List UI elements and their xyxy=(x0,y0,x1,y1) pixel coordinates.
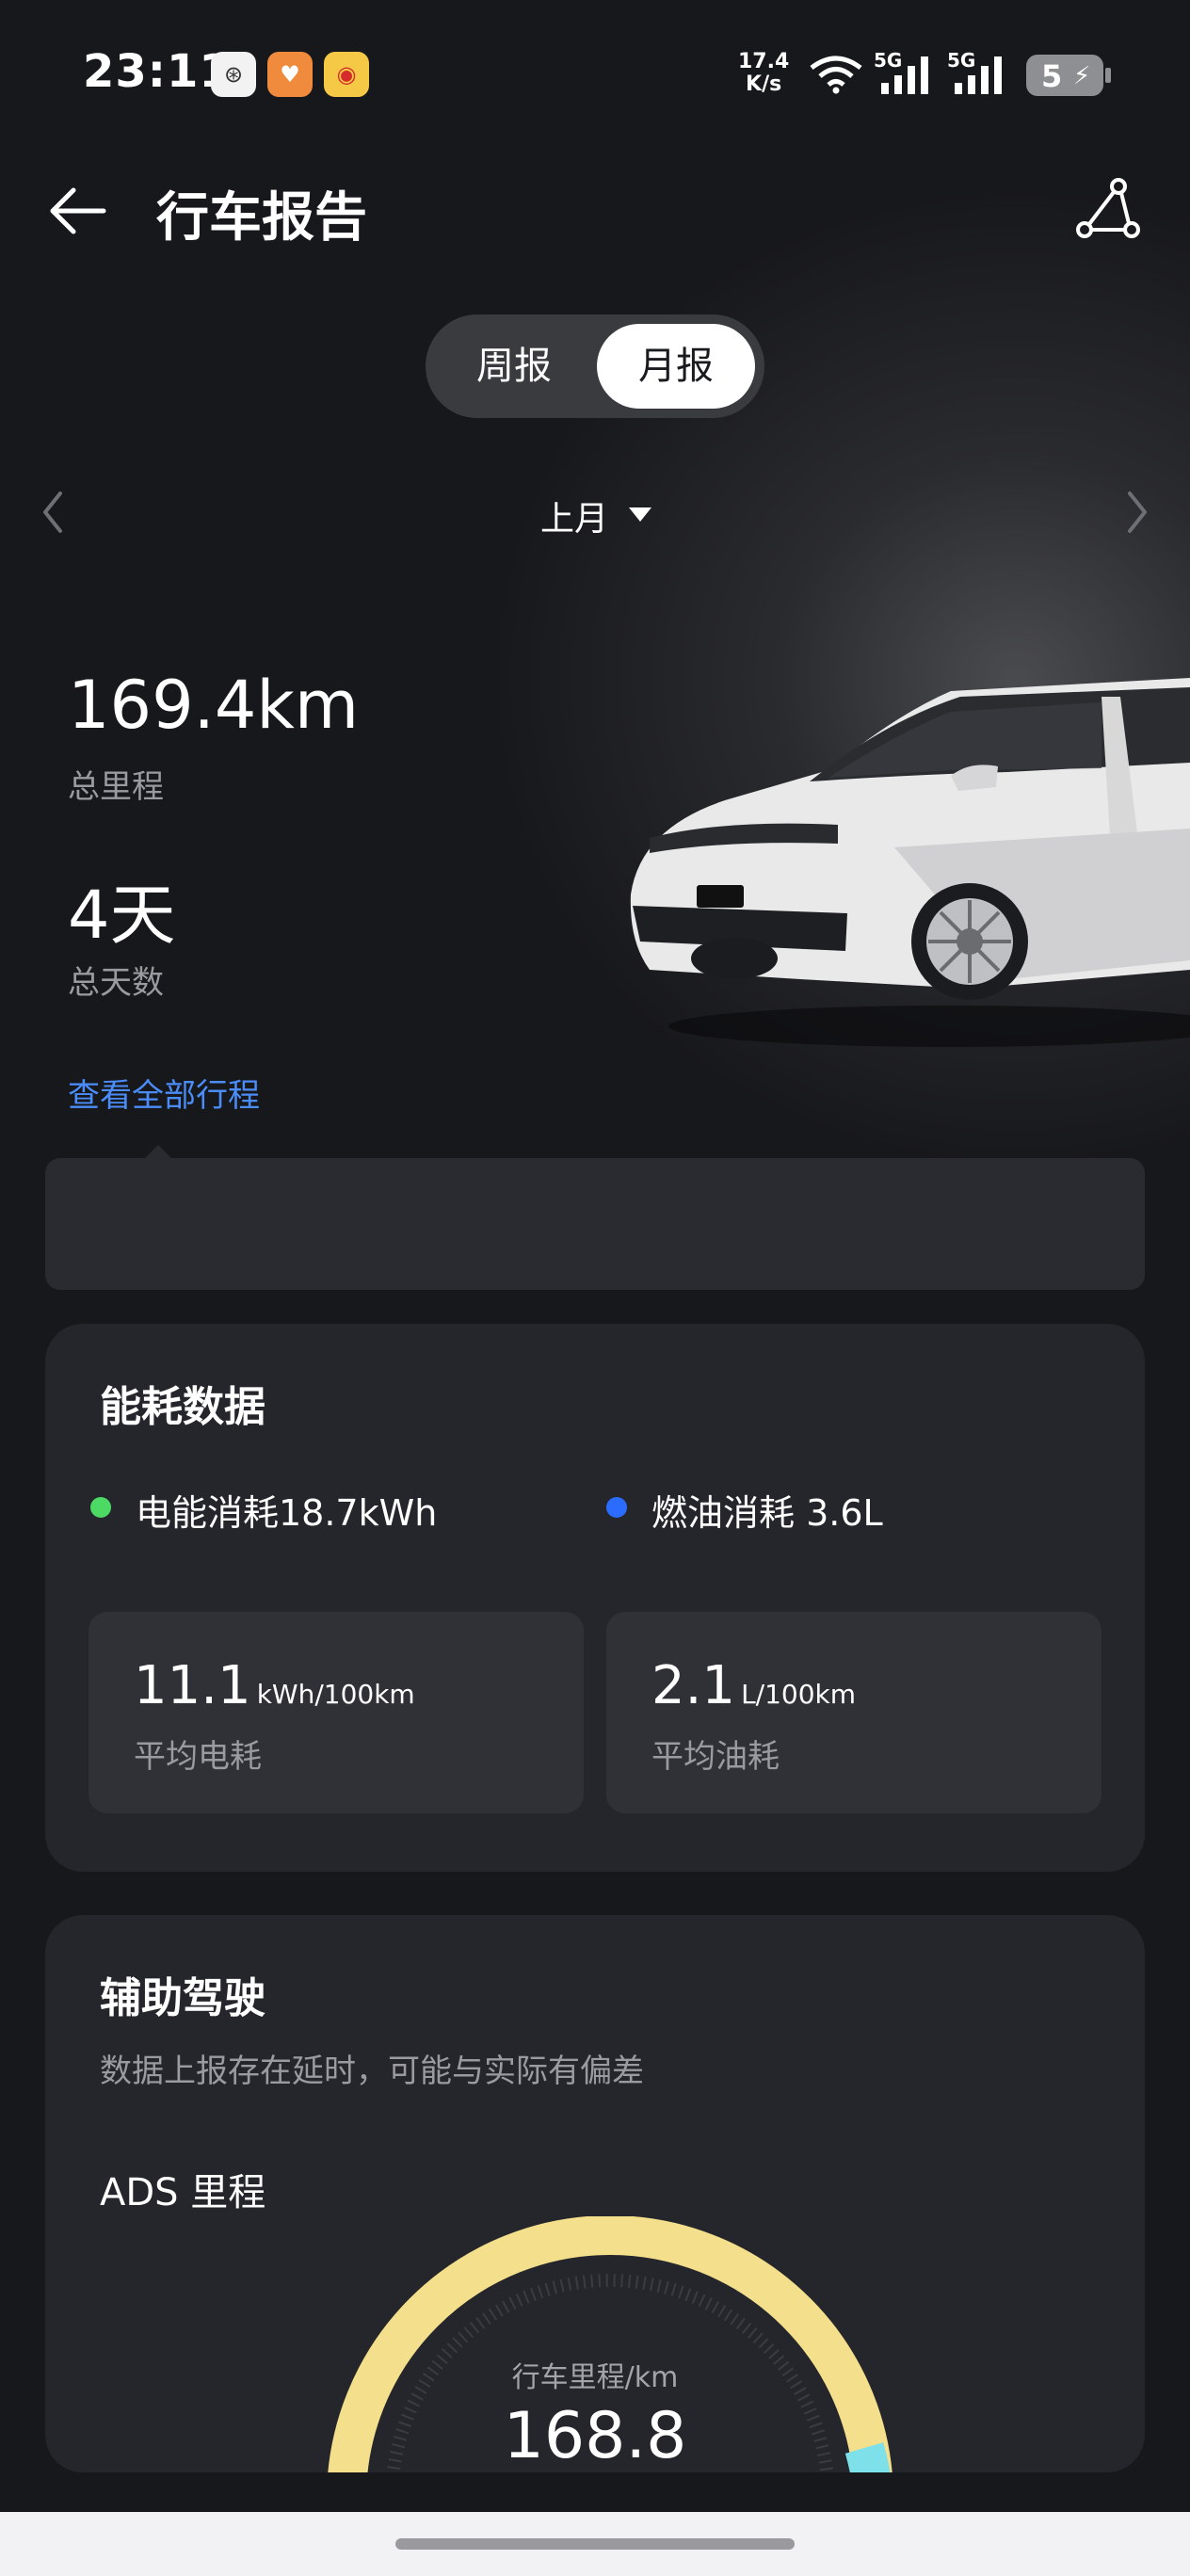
total-distance-value: 169.4km xyxy=(68,667,360,744)
energy-title: 能耗数据 xyxy=(100,1383,265,1431)
avg-electric-label: 平均电耗 xyxy=(134,1738,262,1776)
wifi-icon xyxy=(810,56,862,94)
battery-cap xyxy=(1105,68,1111,83)
avg-fuel-label: 平均油耗 xyxy=(651,1738,780,1776)
battery-level: 5 xyxy=(1041,58,1063,94)
period-selector[interactable]: 上月 xyxy=(540,491,608,540)
avg-fuel-unit: L/100km xyxy=(741,1679,857,1710)
avg-fuel-number: 2.1 xyxy=(651,1655,736,1716)
weibo-icon: ◉ xyxy=(324,52,369,97)
trip-summary-strip xyxy=(45,1158,1145,1290)
report-type-toggle: 周报 月报 xyxy=(426,314,764,418)
electric-legend-dot xyxy=(90,1497,111,1518)
avg-electric-tile: 11.1 kWh/100km 平均电耗 xyxy=(88,1612,584,1813)
total-distance-label: 总里程 xyxy=(68,768,164,806)
status-time: 23:11 xyxy=(83,45,232,98)
tab-monthly[interactable]: 月报 xyxy=(597,324,755,409)
net-speed: 17.4 K/s xyxy=(738,51,789,96)
share-icon[interactable] xyxy=(1069,173,1145,249)
total-days-label: 总天数 xyxy=(68,964,164,1002)
chevron-right-icon[interactable] xyxy=(1118,486,1156,539)
net-speed-unit: K/s xyxy=(746,72,782,96)
avg-electric-number: 11.1 xyxy=(134,1655,251,1716)
electric-consumption: 电能消耗18.7kWh xyxy=(136,1492,438,1534)
total-days-value: 4天 xyxy=(68,877,176,954)
home-indicator[interactable] xyxy=(395,2538,795,2550)
view-all-trips-link[interactable]: 查看全部行程 xyxy=(68,1070,260,1116)
car-image xyxy=(630,678,1190,1047)
gauge-value: 168.8 xyxy=(503,2399,687,2472)
net-speed-value: 17.4 xyxy=(738,50,790,73)
status-bar: 23:11 ⊛ ♥ ◉ 17.4 K/s 5G 5G 5 ⚡ xyxy=(0,0,1190,151)
ads-title: 辅助驾驶 xyxy=(100,1974,265,2022)
ads-subtitle: 数据上报存在延时，可能与实际有偏差 xyxy=(100,2053,644,2090)
battery-icon: 5 ⚡ xyxy=(1026,55,1103,96)
fuel-consumption: 燃油消耗 3.6L xyxy=(651,1492,883,1534)
page-title: 行车报告 xyxy=(156,187,367,249)
driving-report-page: 23:11 ⊛ ♥ ◉ 17.4 K/s 5G 5G 5 ⚡ 行车报告 周报 月… xyxy=(0,0,1190,2576)
signal-icon xyxy=(881,56,928,94)
energy-card: 能耗数据 电能消耗18.7kWh 燃油消耗 3.6L 11.1 kWh/100km… xyxy=(45,1324,1145,1872)
charging-bolt-icon: ⚡ xyxy=(1073,62,1091,90)
assisted-driving-card: 辅助驾驶 数据上报存在延时，可能与实际有偏差 ADS 里程 行车里程/km 16… xyxy=(45,1915,1145,2472)
avg-fuel-value: 2.1 L/100km xyxy=(651,1655,856,1716)
chevron-left-icon[interactable] xyxy=(34,486,72,539)
gauge-label: 行车里程/km xyxy=(511,2361,679,2394)
ads-mileage-label: ADS 里程 xyxy=(100,2171,266,2214)
tooltip-pointer xyxy=(145,1145,171,1158)
app-icon-2: ♥ xyxy=(267,52,313,97)
system-nav-bar xyxy=(0,2512,1190,2576)
back-arrow-icon[interactable] xyxy=(41,173,117,249)
tab-weekly[interactable]: 周报 xyxy=(435,324,593,409)
caret-down-icon[interactable] xyxy=(627,501,653,527)
avg-fuel-tile: 2.1 L/100km 平均油耗 xyxy=(606,1612,1102,1813)
signal-icon xyxy=(955,56,1002,94)
avg-electric-unit: kWh/100km xyxy=(256,1679,415,1710)
fuel-legend-dot xyxy=(606,1497,627,1518)
avg-electric-value: 11.1 kWh/100km xyxy=(134,1655,415,1716)
app-icon-1: ⊛ xyxy=(211,52,256,97)
